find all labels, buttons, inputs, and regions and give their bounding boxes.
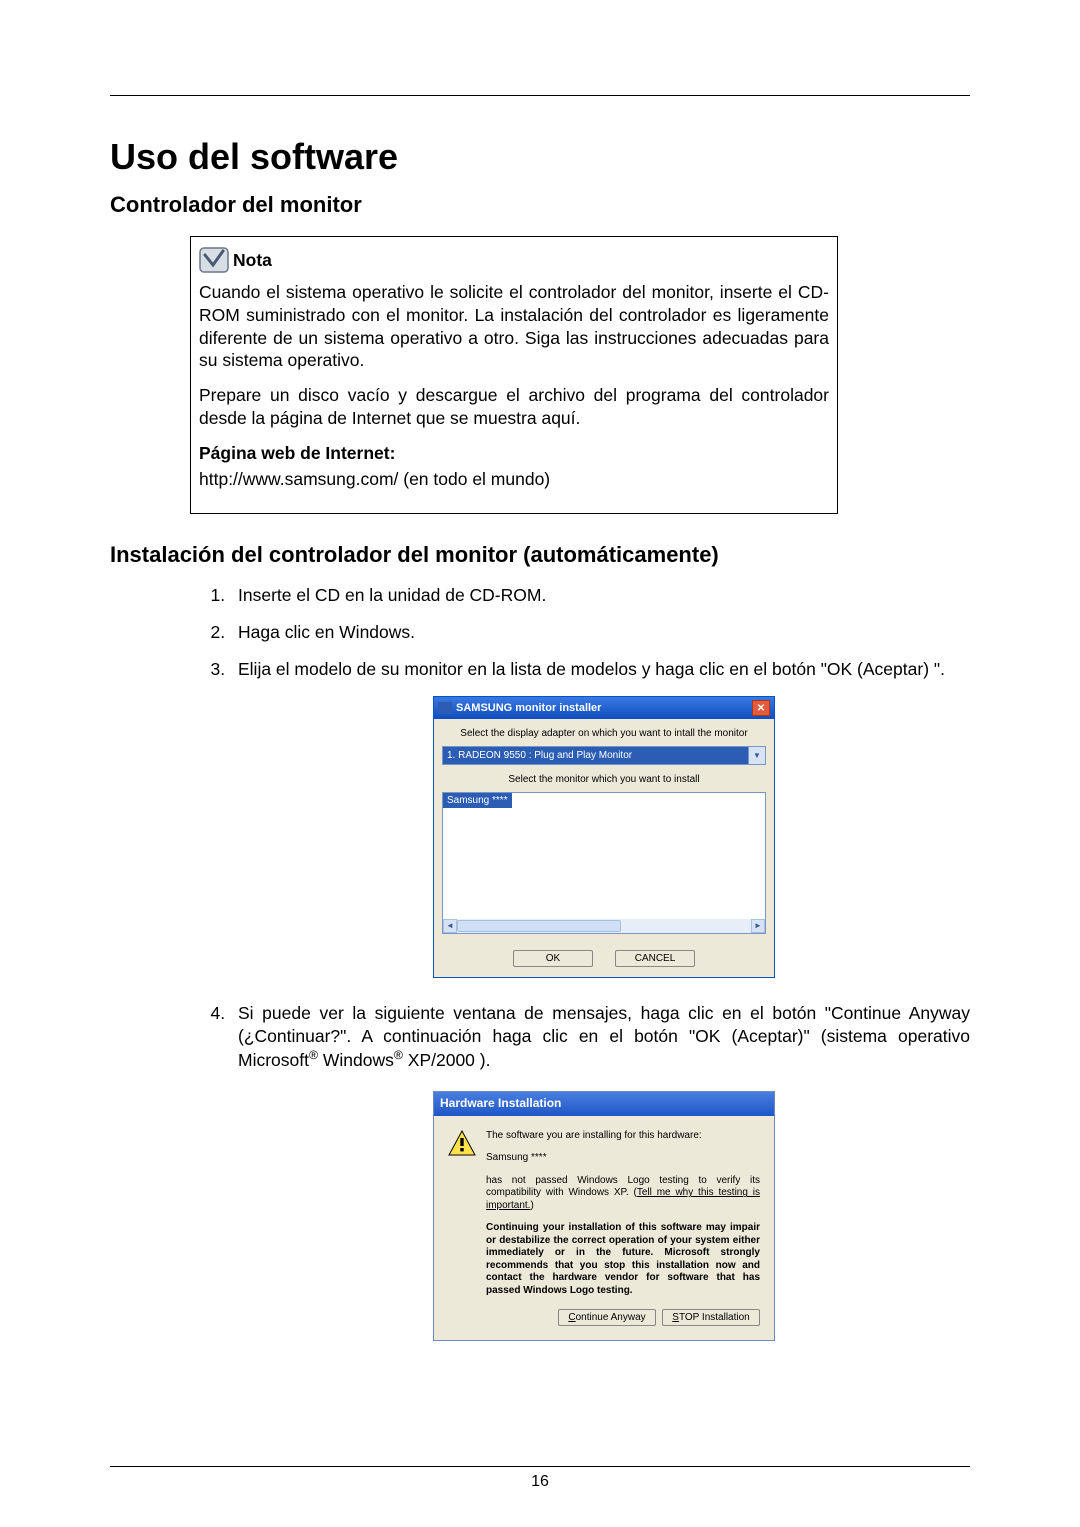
- note-label: Nota: [233, 249, 272, 272]
- registered-symbol: ®: [394, 1048, 403, 1062]
- section-heading-auto-install: Instalación del controlador del monitor …: [110, 542, 970, 568]
- continue-label-rest: ontinue Anyway: [576, 1312, 646, 1323]
- bottom-rule: [110, 1466, 970, 1467]
- ok-button[interactable]: OK: [513, 950, 593, 967]
- adapter-dropdown[interactable]: 1. RADEON 9550 : Plug and Play Monitor ▼: [442, 746, 766, 765]
- continue-anyway-button[interactable]: Continue Anyway: [558, 1309, 656, 1326]
- installer-titlebar: SAMSUNG monitor installer ✕: [434, 697, 774, 719]
- monitor-caption: Select the monitor which you want to ins…: [442, 773, 766, 786]
- step-item: Si puede ver la siguiente ventana de men…: [230, 1002, 970, 1341]
- monitor-selected-item[interactable]: Samsung ****: [443, 793, 512, 808]
- monitor-listbox[interactable]: Samsung **** ◄ ►: [442, 792, 766, 934]
- step-item: Inserte el CD en la unidad de CD-ROM.: [230, 584, 970, 607]
- step-item: Elija el modelo de su monitor en la list…: [230, 658, 970, 979]
- instruction-list: Inserte el CD en la unidad de CD-ROM. Ha…: [110, 584, 970, 1341]
- hw-line2: has not passed Windows Logo testing to v…: [486, 1175, 760, 1213]
- stop-installation-button[interactable]: STOP Installation: [662, 1309, 760, 1326]
- chevron-down-icon[interactable]: ▼: [749, 746, 766, 765]
- page-title: Uso del software: [110, 136, 970, 178]
- note-paragraph-1: Cuando el sistema operativo le solicite …: [199, 281, 829, 372]
- scrollbar-thumb[interactable]: [457, 920, 621, 932]
- note-icon: [199, 247, 229, 273]
- hw-titlebar: Hardware Installation: [434, 1092, 774, 1116]
- hw-line1: The software you are installing for this…: [486, 1130, 760, 1143]
- cancel-button[interactable]: CANCEL: [615, 950, 695, 967]
- adapter-caption: Select the display adapter on which you …: [442, 727, 766, 740]
- horizontal-scrollbar[interactable]: ◄ ►: [443, 919, 765, 933]
- app-icon: [438, 702, 452, 714]
- warning-icon: [448, 1130, 476, 1308]
- stop-label-rest: TOP Installation: [679, 1312, 750, 1323]
- hardware-installation-dialog: Hardware Installation The software you a…: [433, 1091, 775, 1341]
- hw-body: The software you are installing for this…: [434, 1116, 774, 1310]
- installer-title-text: SAMSUNG monitor installer: [456, 701, 601, 715]
- hw-device: Samsung ****: [486, 1152, 760, 1165]
- button-row: OK CANCEL: [442, 950, 766, 967]
- scroll-left-icon[interactable]: ◄: [443, 919, 457, 933]
- scrollbar-track[interactable]: [457, 919, 751, 933]
- installer-dialog: SAMSUNG monitor installer ✕ Select the d…: [433, 696, 775, 978]
- document-page: Uso del software Controlador del monitor…: [0, 0, 1080, 1527]
- installer-body: Select the display adapter on which you …: [434, 719, 774, 977]
- adapter-selected: 1. RADEON 9550 : Plug and Play Monitor: [442, 746, 749, 765]
- note-box: Nota Cuando el sistema operativo le soli…: [190, 236, 838, 514]
- note-paragraph-2: Prepare un disco vacío y descargue el ar…: [199, 384, 829, 430]
- step-item: Haga clic en Windows.: [230, 621, 970, 644]
- registered-symbol: ®: [309, 1048, 318, 1062]
- hw-text: The software you are installing for this…: [486, 1130, 760, 1308]
- page-number: 16: [0, 1473, 1080, 1491]
- close-icon[interactable]: ✕: [752, 700, 770, 716]
- top-rule: [110, 95, 970, 96]
- web-label: Página web de Internet:: [199, 442, 829, 465]
- hw-button-row: Continue Anyway STOP Installation: [434, 1309, 774, 1340]
- section-heading-monitor-driver: Controlador del monitor: [110, 192, 970, 218]
- hw-warning: Continuing your installation of this sof…: [486, 1222, 760, 1297]
- scroll-right-icon[interactable]: ►: [751, 919, 765, 933]
- web-url: http://www.samsung.com/ (en todo el mund…: [199, 468, 829, 491]
